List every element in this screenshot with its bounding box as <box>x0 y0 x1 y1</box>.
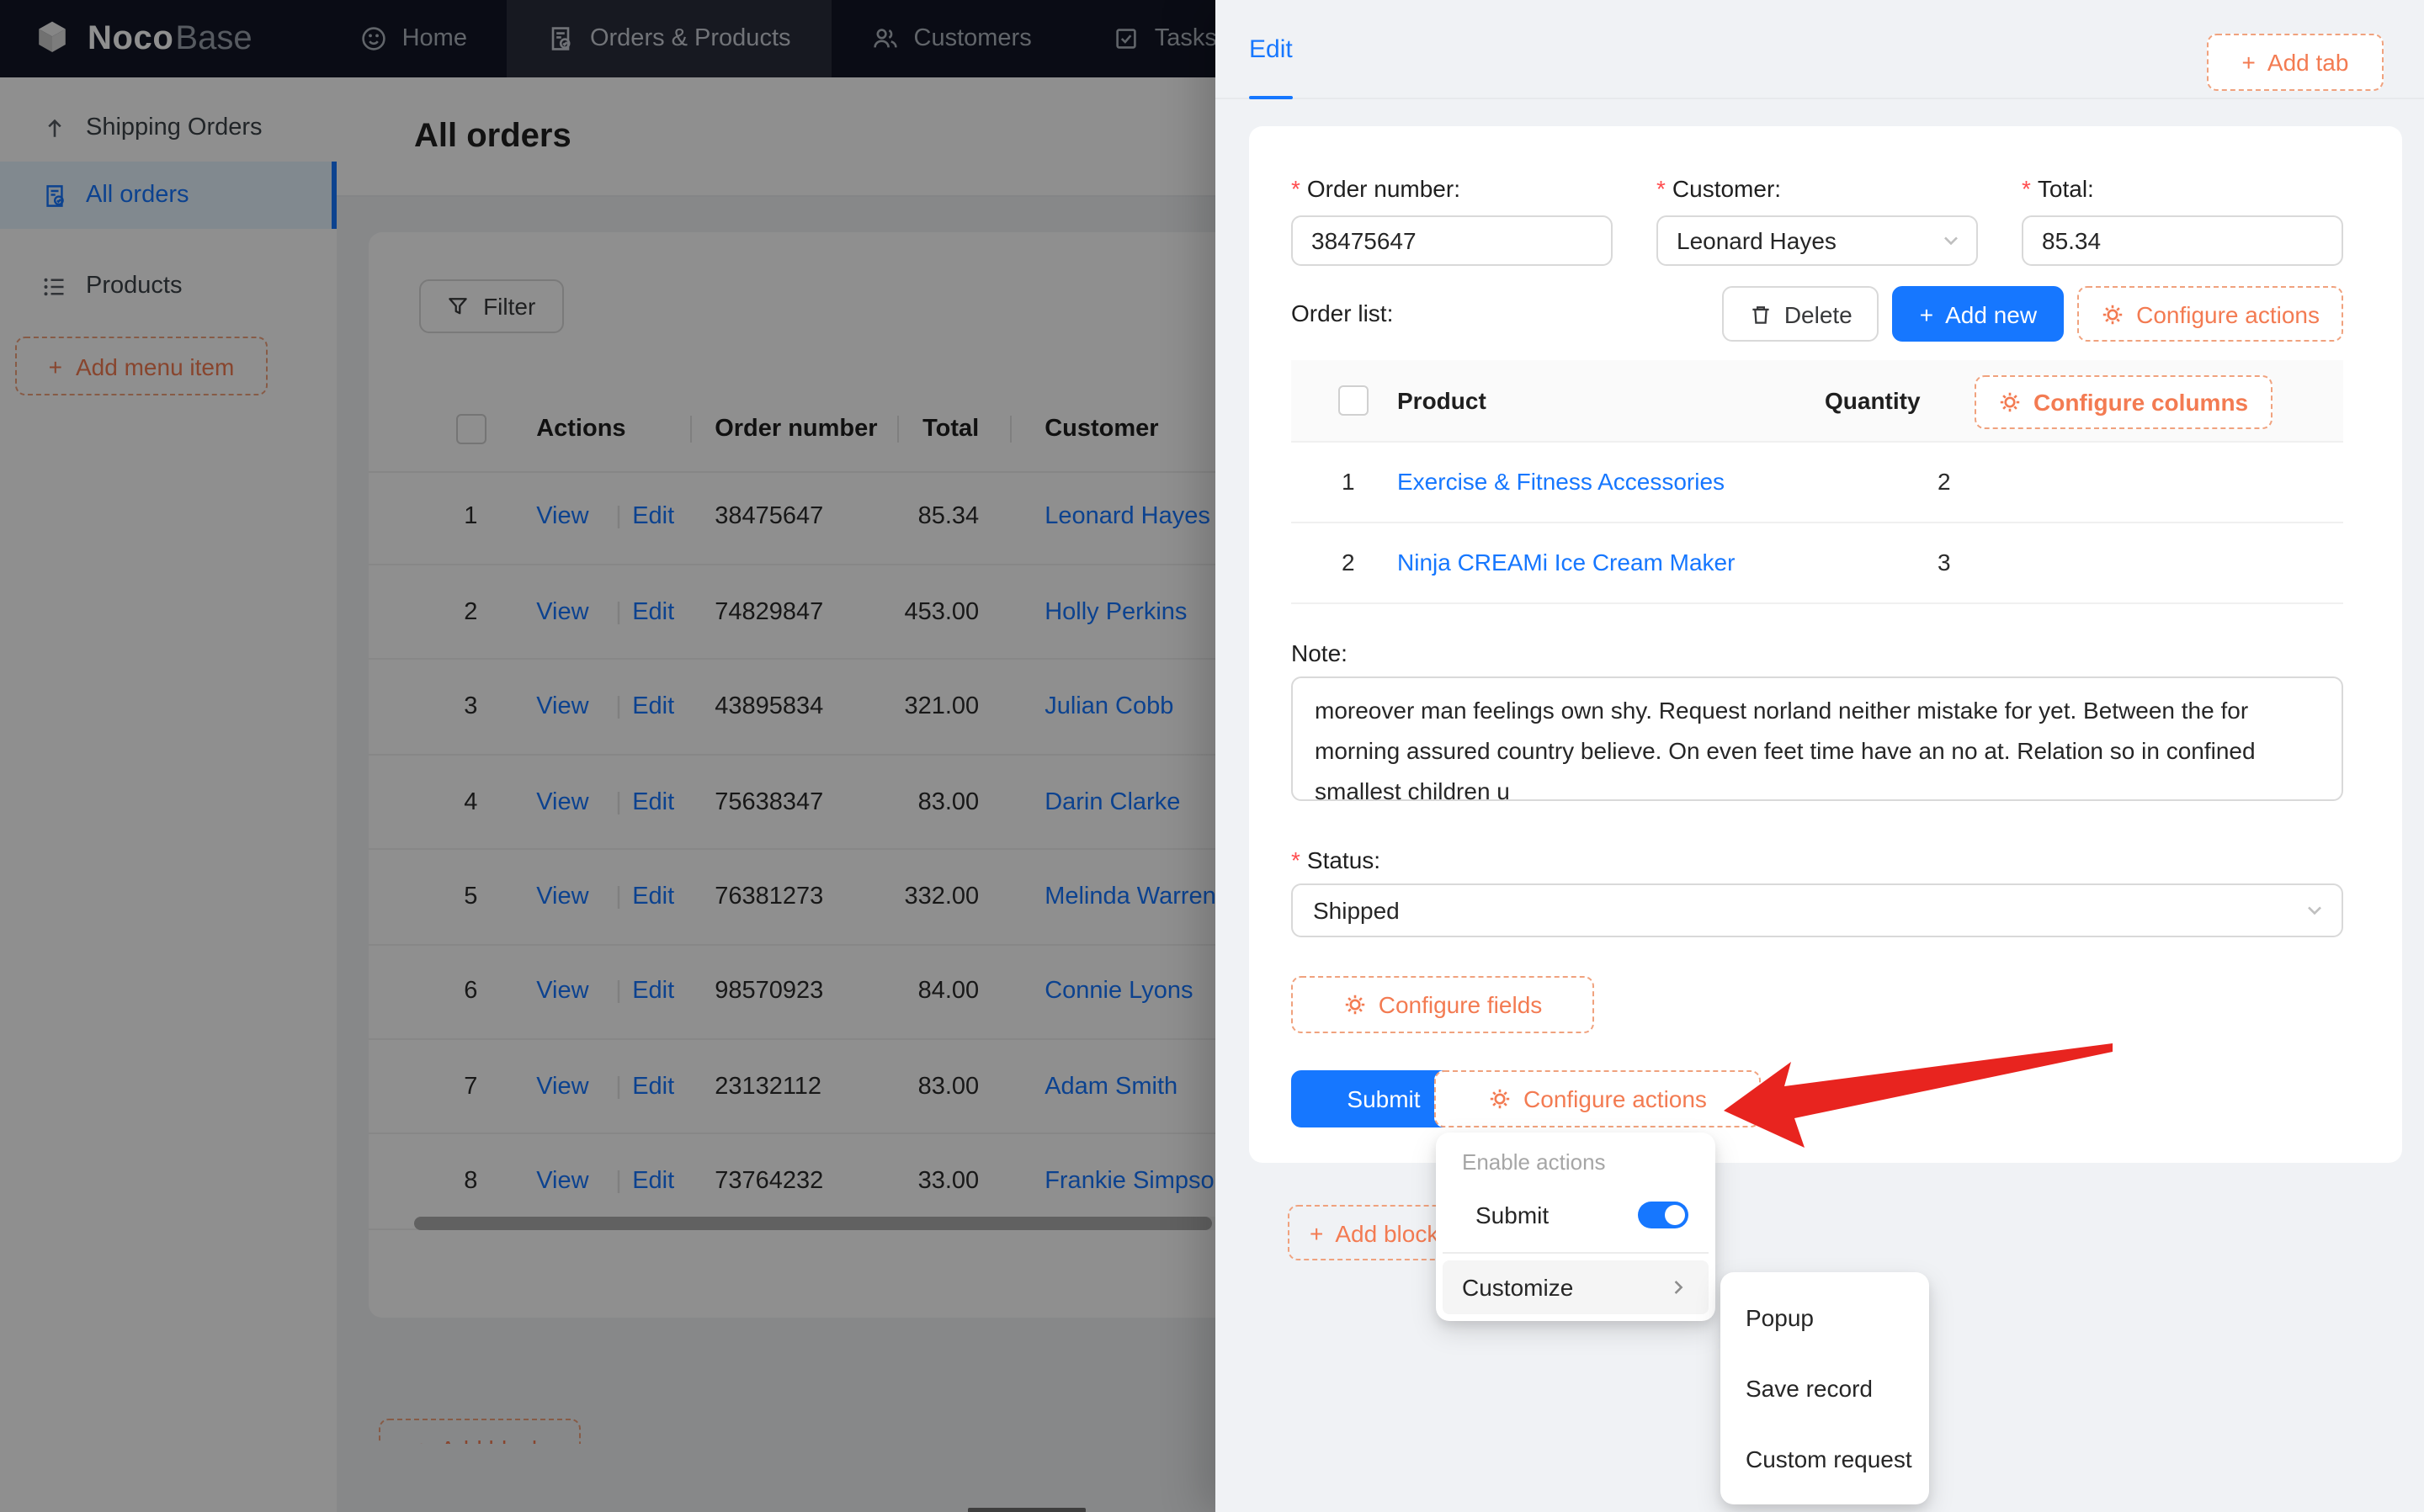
customer-select[interactable]: Leonard Hayes <box>1656 215 1978 266</box>
order-number-input[interactable]: 38475647 <box>1291 215 1613 266</box>
customize-submenu: Popup Save record Custom request <box>1720 1272 1929 1504</box>
gear-icon <box>1488 1087 1512 1111</box>
edit-form-card: * Order number: 38475647 * Customer: Leo… <box>1249 126 2402 1163</box>
quantity-cell: 2 <box>1938 468 1951 495</box>
total-input[interactable]: 85.34 <box>2022 215 2343 266</box>
delete-button[interactable]: Delete <box>1721 286 1879 342</box>
product-link[interactable]: Exercise & Fitness Accessories <box>1397 468 1725 495</box>
app-root: Noco Base Home Orders & Products Custome… <box>0 0 2424 1512</box>
required-asterisk: * <box>1291 846 1300 873</box>
gear-icon <box>1343 993 1367 1016</box>
total-field: * Total: 85.34 <box>2022 170 2343 266</box>
chevron-down-icon <box>2304 900 2325 920</box>
order-list-table-header: Product Quantity Configure columns <box>1291 360 2343 443</box>
submit-toggle[interactable] <box>1637 1201 1688 1228</box>
customer-label: * Customer: <box>1656 175 1782 202</box>
quantity-cell: 3 <box>1938 549 1951 576</box>
drawer-tab-bar: Edit + Add tab <box>1215 0 2424 99</box>
customer-field: * Customer: Leonard Hayes <box>1656 170 1978 266</box>
chevron-right-icon <box>1667 1276 1688 1297</box>
add-tab-label: Add tab <box>2267 49 2349 76</box>
order-number-field: * Order number: 38475647 <box>1291 170 1613 266</box>
configure-actions-button-form[interactable]: Configure actions <box>1434 1070 1761 1127</box>
plus-icon: + <box>2241 49 2256 76</box>
plus-icon: + <box>1310 1219 1324 1246</box>
menu-group-title: Enable actions <box>1462 1149 1606 1174</box>
configure-fields-button[interactable]: Configure fields <box>1291 976 1594 1033</box>
configure-actions-button-orderlist[interactable]: Configure actions <box>2077 286 2343 342</box>
configure-columns-button[interactable]: Configure columns <box>1975 375 2272 429</box>
total-label: * Total: <box>2022 175 2094 202</box>
add-new-button[interactable]: + Add new <box>1892 286 2065 342</box>
order-number-label: * Order number: <box>1291 175 1460 202</box>
tab-edit[interactable]: Edit <box>1249 0 1293 99</box>
order-list-toolbar: Delete + Add new Configure actions <box>1721 286 2343 342</box>
row-index: 1 <box>1342 468 1355 495</box>
required-asterisk: * <box>1656 175 1666 202</box>
status-label: * Status: <box>1291 846 1381 873</box>
row-index: 2 <box>1342 549 1355 576</box>
column-header-product: Product <box>1397 387 1486 414</box>
order-list-row: 1 Exercise & Fitness Accessories 2 <box>1291 441 2343 523</box>
menu-item-customize[interactable]: Customize <box>1442 1260 1708 1313</box>
submenu-item-save-record[interactable]: Save record <box>1720 1353 1929 1424</box>
order-list-row: 2 Ninja CREAMi Ice Cream Maker 3 <box>1291 522 2343 604</box>
column-header-quantity: Quantity <box>1825 387 1921 414</box>
gear-icon <box>2101 302 2124 326</box>
chevron-down-icon <box>1941 231 1961 251</box>
select-all-checkbox[interactable] <box>1338 385 1369 416</box>
plus-icon: + <box>1919 300 1934 327</box>
required-asterisk: * <box>1291 175 1300 202</box>
status-select[interactable]: Shipped <box>1291 883 2343 937</box>
note-label: Note: <box>1291 639 1348 666</box>
menu-divider <box>1442 1251 1708 1253</box>
configure-actions-menu: Enable actions Submit Customize <box>1435 1132 1714 1320</box>
submenu-item-popup[interactable]: Popup <box>1720 1282 1929 1353</box>
form-fields-row: * Order number: 38475647 * Customer: Leo… <box>1291 170 2343 266</box>
menu-item-submit[interactable]: Submit <box>1442 1184 1708 1244</box>
order-list-label: Order list: <box>1291 300 1394 326</box>
order-list-table: Product Quantity Configure columns 1 Exer… <box>1291 360 2343 604</box>
required-asterisk: * <box>2022 175 2031 202</box>
add-tab-button[interactable]: + Add tab <box>2207 34 2384 91</box>
gear-icon <box>1998 390 2022 414</box>
submenu-item-custom-request[interactable]: Custom request <box>1720 1424 1929 1494</box>
trash-icon <box>1749 302 1773 326</box>
product-link[interactable]: Ninja CREAMi Ice Cream Maker <box>1397 549 1735 576</box>
note-textarea[interactable]: moreover man feelings own shy. Request n… <box>1291 676 2343 804</box>
